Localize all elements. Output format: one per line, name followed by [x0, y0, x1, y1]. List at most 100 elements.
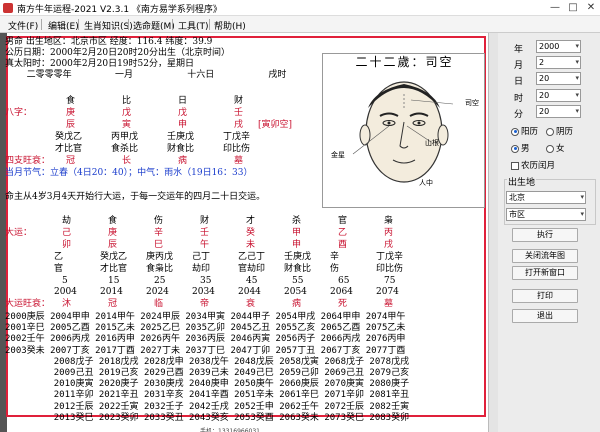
print-button[interactable]: 打印	[512, 289, 578, 303]
dayun-strength: 衰	[246, 299, 256, 309]
yunwang-label: 大运旺衰：	[5, 299, 51, 309]
radio-lunar[interactable]: 阴历	[546, 125, 573, 137]
jieqi-line: 当月节气：立春（4日20：40）；中气：雨水（19日16：33）	[5, 168, 253, 178]
pillar-hidden-gods-hour: 印比伤	[223, 144, 251, 154]
pillar-hidden-year: 癸戊乙	[55, 132, 83, 142]
radio-empty-icon	[546, 127, 554, 136]
spinner-arrow-icon[interactable]: ▾	[575, 41, 579, 52]
day-value: 20	[539, 74, 550, 83]
district-select[interactable]: 市区 ▾	[506, 208, 586, 221]
dayun-hidden: 己丁	[192, 252, 211, 262]
dayun-hidden: 庚丙戊	[146, 252, 174, 262]
spinner-arrow-icon[interactable]: ▾	[575, 90, 579, 101]
pillar-stem-day: 戊	[178, 108, 188, 118]
pillar-hidden-gods-month: 食杀比	[111, 144, 139, 154]
menu-tools[interactable]: 工具(T)	[178, 19, 209, 32]
dayun-stem: 庚	[108, 228, 118, 238]
menu-zodiac[interactable]: 生肖知识(S)	[84, 19, 133, 32]
dayun-god: 官	[338, 216, 348, 226]
dayun-hidden-gods: 才比官	[100, 264, 128, 274]
pillar-hidden-hour: 丁戊辛	[223, 132, 251, 142]
dayun-age: 35	[200, 276, 212, 286]
dayun-stem: 壬	[200, 228, 210, 238]
menu-help[interactable]: 帮助(H)	[214, 19, 246, 32]
status-bar: 手机：13316966031	[200, 428, 260, 432]
day-label: 日	[514, 77, 524, 87]
close-button[interactable]: ✕	[584, 1, 598, 14]
liunian-row: 2013癸巳 2023癸卯 2033癸丑 2043癸亥 2053癸酉 2063癸…	[5, 412, 410, 423]
dayun-year: 2014	[100, 287, 123, 297]
liunian-row: 2002壬午 2006丙戌 2016丙申 2026丙午 2036丙辰 2046丙…	[5, 334, 406, 345]
radio-solar-label: 阳历	[521, 127, 539, 137]
label-sikong: 司空	[465, 99, 479, 107]
dayun-branch: 辰	[108, 240, 118, 250]
menu-edit[interactable]: 编辑(E)	[48, 19, 79, 32]
dayun-year: 2054	[284, 287, 307, 297]
year-spinner[interactable]: 2000 ▾	[536, 40, 581, 53]
dayun-hidden-gods: 食枭比	[146, 264, 174, 274]
pillar-hidden-day: 壬庚戊	[167, 132, 195, 142]
dayun-year: 2064	[330, 287, 353, 297]
strength-hour: 墓	[234, 156, 244, 166]
dayun-year: 2024	[146, 287, 169, 297]
dayun-god: 杀	[292, 216, 302, 226]
radio-male[interactable]: 男	[511, 142, 530, 154]
province-value: 北京	[509, 193, 525, 202]
chevron-down-icon[interactable]: ▾	[580, 192, 584, 203]
dayun-stem: 辛	[154, 228, 164, 238]
pillar-branch-month: 寅	[122, 120, 132, 130]
month-value: 2	[539, 58, 545, 67]
dayun-god: 财	[200, 216, 210, 226]
province-select[interactable]: 北京 ▾	[506, 191, 586, 204]
menu-topic[interactable]: 选命题(M)	[133, 19, 175, 32]
minute-spinner[interactable]: 20 ▾	[536, 105, 581, 118]
spinner-arrow-icon[interactable]: ▾	[575, 57, 579, 68]
dayun-age: 25	[154, 276, 166, 286]
dayun-strength: 沐	[62, 299, 72, 309]
pillar-god-hour: 财	[234, 96, 244, 106]
dayun-stem: 癸	[246, 228, 256, 238]
hour-spinner[interactable]: 20 ▾	[536, 89, 581, 102]
dayun-age: 15	[108, 276, 120, 286]
spinner-arrow-icon[interactable]: ▾	[575, 73, 579, 84]
pillar-hidden-month: 丙甲戊	[111, 132, 139, 142]
dayun-hidden-gods: 劫印	[192, 264, 211, 274]
face-drawing	[352, 81, 454, 183]
exit-button[interactable]: 退出	[512, 309, 578, 323]
pillar-stem-month: 戊	[122, 108, 132, 118]
dayun-god: 才	[246, 216, 256, 226]
dayun-hidden-gods: 官	[54, 264, 64, 274]
radio-solar[interactable]: 阳历	[511, 125, 538, 137]
maximize-button[interactable]: □	[566, 1, 580, 14]
menu-separator	[128, 19, 129, 30]
open-window-button[interactable]: 打开新窗口	[512, 266, 578, 280]
dayun-year: 2074	[376, 287, 399, 297]
menu-file[interactable]: 文件(F)	[8, 19, 38, 32]
leap-month-label: 农历闰月	[521, 161, 556, 171]
close-liunian-button[interactable]: 关闭流年图	[512, 249, 578, 263]
strength-year: 冠	[66, 156, 76, 166]
dayun-branch: 戌	[384, 240, 394, 250]
minimize-button[interactable]: —	[548, 1, 562, 14]
run-button[interactable]: 执行	[512, 228, 578, 242]
liunian-row: 2012壬辰 2022壬寅 2032壬子 2042壬戌 2052壬申 2062壬…	[5, 401, 410, 412]
leap-month-checkbox[interactable]: 农历闰月	[511, 159, 555, 171]
pillar-god-day: 日	[178, 96, 188, 106]
vertical-scrollbar[interactable]	[488, 33, 498, 432]
pillar-hidden-gods-day: 财食比	[167, 144, 195, 154]
chart-content: 男命 出生地区：北京市区 经度：116.4 纬度：39.9 公历日期：2000年…	[0, 33, 498, 432]
day-spinner[interactable]: 20 ▾	[536, 72, 581, 85]
dayun-strength: 病	[292, 299, 302, 309]
dayun-strength: 临	[154, 299, 164, 309]
spinner-arrow-icon[interactable]: ▾	[575, 106, 579, 117]
dayun-branch: 酉	[338, 240, 348, 250]
dayun-branch: 午	[200, 240, 210, 250]
radio-empty-icon	[546, 144, 554, 153]
radio-female[interactable]: 女	[546, 142, 565, 154]
chevron-down-icon[interactable]: ▾	[580, 209, 584, 220]
liunian-row: 2000庚辰 2004甲申 2014甲午 2024甲辰 2034甲寅 2044甲…	[5, 312, 406, 322]
month-spinner[interactable]: 2 ▾	[536, 56, 581, 69]
dayun-god: 伤	[154, 216, 164, 226]
minute-value: 20	[539, 107, 550, 116]
radio-selected-icon	[511, 127, 519, 136]
